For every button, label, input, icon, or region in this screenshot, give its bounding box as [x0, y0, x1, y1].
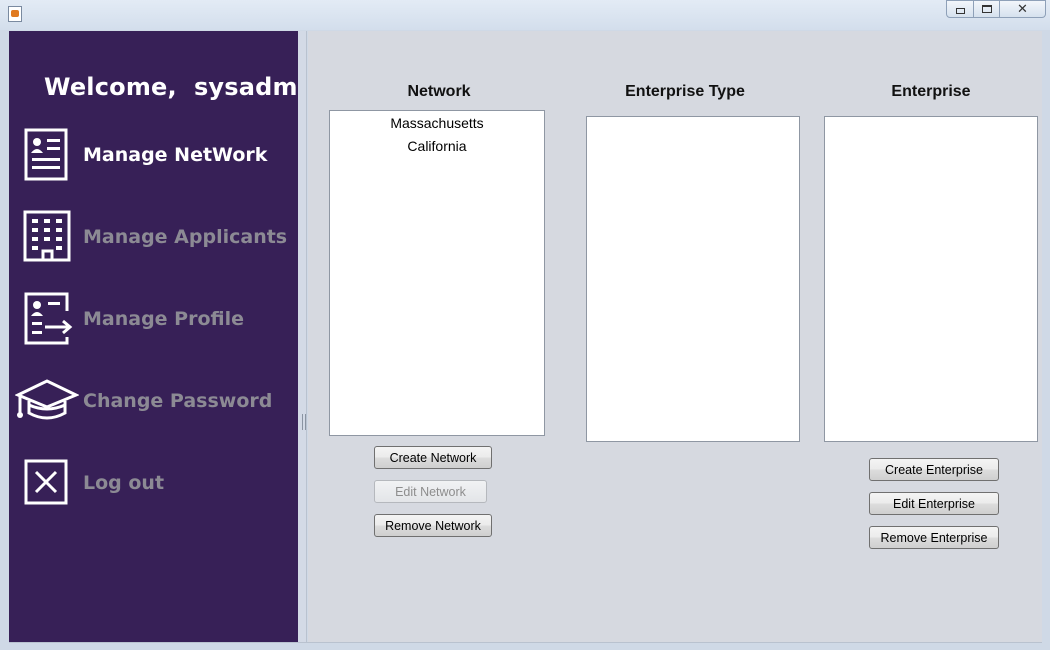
window-titlebar: ✕: [0, 0, 1050, 30]
create-enterprise-button[interactable]: Create Enterprise: [869, 458, 999, 481]
profile-export-icon: [24, 292, 73, 345]
maximize-icon: [981, 5, 992, 13]
minimize-button[interactable]: [946, 0, 974, 18]
remove-enterprise-button[interactable]: Remove Enterprise: [869, 526, 999, 549]
list-item[interactable]: Massachusetts: [330, 112, 544, 135]
sidebar-item-manage-network[interactable]: Manage NetWork: [9, 127, 298, 187]
main-panel: Network Massachusetts California Create …: [308, 31, 1042, 642]
sidebar-item-label: Manage Applicants: [83, 226, 288, 248]
window-bottom-border: [9, 642, 1042, 643]
divider-grip[interactable]: [302, 414, 306, 430]
create-network-button[interactable]: Create Network: [374, 446, 492, 469]
welcome-heading: Welcome, sysadmin: [44, 73, 324, 101]
sidebar-item-label: Manage Profile: [83, 308, 245, 330]
id-card-icon: [24, 128, 68, 181]
window-controls: ✕: [946, 0, 1046, 20]
remove-network-button[interactable]: Remove Network: [374, 514, 492, 537]
enterprise-list[interactable]: [824, 116, 1038, 442]
enterprise-type-heading: Enterprise Type: [625, 83, 745, 100]
sidebar-item-label: Change Password: [83, 390, 273, 412]
close-window-button[interactable]: ✕: [1000, 0, 1046, 18]
java-app-icon: [8, 6, 22, 22]
sidebar: Welcome, sysadmin Manage NetWork Manage …: [9, 31, 323, 642]
network-list[interactable]: Massachusetts California: [329, 110, 545, 436]
sidebar-item-manage-applicants[interactable]: Manage Applicants: [9, 209, 298, 269]
building-icon: [23, 210, 71, 262]
sidebar-item-label: Manage NetWork: [83, 144, 268, 166]
split-pane-divider[interactable]: [298, 31, 307, 642]
sidebar-item-log-out[interactable]: Log out: [9, 455, 298, 515]
sidebar-item-manage-profile[interactable]: Manage Profile: [9, 291, 298, 351]
edit-network-button[interactable]: Edit Network: [374, 480, 487, 503]
maximize-button[interactable]: [974, 0, 1000, 18]
enterprise-heading: Enterprise: [891, 83, 971, 100]
close-icon: ✕: [1017, 1, 1028, 17]
graduation-cap-icon: [15, 379, 79, 420]
minimize-icon: [955, 8, 965, 14]
sidebar-item-change-password[interactable]: Change Password: [9, 373, 298, 433]
enterprise-type-list[interactable]: [586, 116, 800, 442]
list-item[interactable]: California: [330, 135, 544, 158]
edit-enterprise-button[interactable]: Edit Enterprise: [869, 492, 999, 515]
close-box-icon: [24, 459, 68, 505]
sidebar-item-label: Log out: [83, 472, 165, 494]
network-heading: Network: [407, 83, 471, 100]
